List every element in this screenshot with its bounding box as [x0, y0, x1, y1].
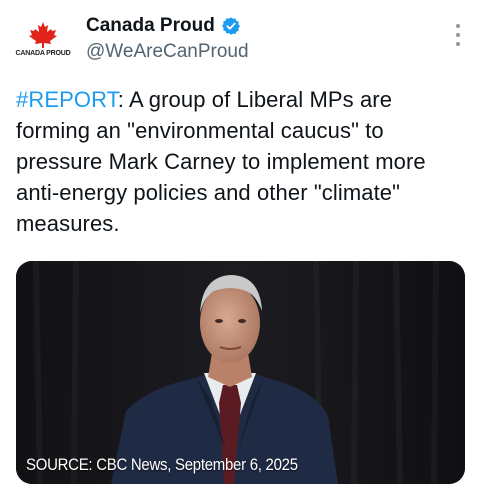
name-row: Canada Proud [86, 14, 249, 38]
photo-illustration [16, 261, 465, 484]
avatar-label: CANADA PROUD [15, 50, 71, 57]
media-image[interactable]: SOURCE: CBC News, September 6, 2025 [16, 261, 465, 484]
avatar[interactable]: CANADA PROUD [15, 12, 71, 66]
tweet-card: CANADA PROUD Canada Proud @WeAreCanProud… [0, 0, 481, 500]
verified-badge-icon [221, 17, 240, 35]
tweet-text: #REPORT: A group of Liberal MPs are form… [16, 84, 466, 239]
display-name[interactable]: Canada Proud [86, 14, 215, 38]
more-vertical-icon[interactable] [453, 24, 463, 46]
media-caption: SOURCE: CBC News, September 6, 2025 [26, 455, 298, 474]
hashtag-link[interactable]: #REPORT [16, 87, 118, 112]
tweet-header: Canada Proud @WeAreCanProud [86, 14, 249, 64]
maple-leaf-icon [29, 22, 57, 48]
handle[interactable]: @WeAreCanProud [86, 40, 249, 64]
